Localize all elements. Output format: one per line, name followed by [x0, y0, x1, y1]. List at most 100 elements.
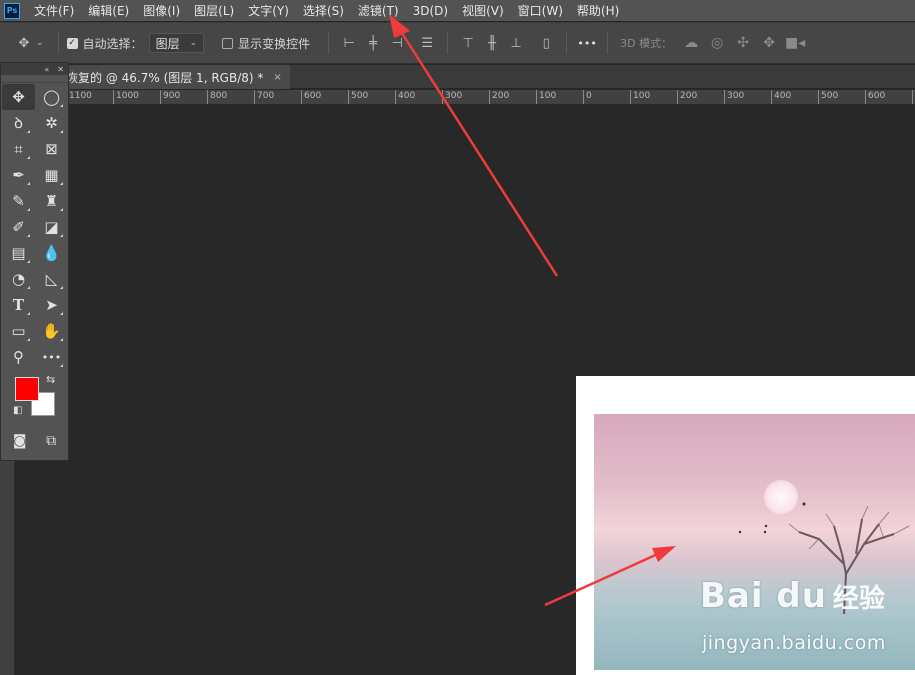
drag-3d-icon[interactable]: ✣ [730, 35, 756, 51]
ruler-tick-label: 600 [865, 90, 885, 104]
ruler-tick-label: 600 [301, 90, 321, 104]
dodge-tool-icon[interactable]: ◔ [2, 266, 35, 292]
blur-tool-icon[interactable]: 💧 [35, 240, 68, 266]
align-left-icon[interactable]: ⊢ [337, 32, 361, 54]
orbit-3d-icon[interactable]: ☁ [678, 35, 704, 51]
menu-type[interactable]: 文字(Y) [242, 0, 295, 21]
3d-mode-label: 3D 模式： [620, 37, 673, 50]
ruler-tick-label: 500 [818, 90, 838, 104]
brush-tool-icon[interactable]: ✎ [2, 188, 35, 214]
auto-select-dropdown[interactable]: 图层 ⌄ [148, 33, 205, 53]
document-tab[interactable]: 恢复的 @ 46.7% (图层 1, RGB/8) * × [66, 65, 290, 89]
divider [566, 32, 568, 54]
collapse-panel-icon[interactable]: « [44, 65, 49, 74]
magic-wand-tool-icon[interactable]: ✲ [35, 110, 68, 136]
tools-panel: « ✕ ✥ ◯ ꝺ ✲ ⌗ ⊠ ✒ ▦ ✎ ♜ ✐ ◪ ▤ 💧 ◔ ◺ T ➤ … [0, 62, 69, 461]
menu-edit[interactable]: 编辑(E) [82, 0, 135, 21]
foreground-color-swatch[interactable] [15, 377, 39, 401]
move-tool-icon[interactable]: ✥ [2, 84, 35, 110]
menu-window[interactable]: 窗口(W) [512, 0, 569, 21]
distribute-horizontal-icon[interactable]: ☰ [415, 32, 439, 54]
menu-file[interactable]: 文件(F) [28, 0, 80, 21]
roll-3d-icon[interactable]: ◎ [704, 35, 730, 51]
menu-view[interactable]: 视图(V) [456, 0, 510, 21]
auto-select-value: 图层 [155, 36, 180, 51]
ruler-tick-label: 400 [771, 90, 791, 104]
more-options-button[interactable]: ••• [575, 32, 599, 54]
ruler-tick-label: 300 [724, 90, 744, 104]
auto-select-checkbox[interactable]: ✓ [66, 37, 78, 49]
chevron-down-icon: ⌄ [189, 38, 198, 48]
chevron-down-icon[interactable]: ⌄ [36, 38, 44, 48]
align-right-icon[interactable]: ⊣ [385, 32, 409, 54]
video-camera-icon[interactable]: ■◂ [782, 35, 808, 51]
menu-3d[interactable]: 3D(D) [407, 2, 454, 20]
quick-mask-icon[interactable]: ◙ [13, 433, 27, 449]
jingyan-label: 经验 [832, 584, 885, 614]
baidu-logo: Bai du [700, 576, 827, 616]
menu-help[interactable]: 帮助(H) [571, 0, 625, 21]
ruler-tick-label: 200 [677, 90, 697, 104]
lasso-tool-icon[interactable]: ꝺ [2, 110, 35, 136]
horizontal-ruler[interactable]: 1100 1000 900 800 700 600 500 400 300 200 100 0 100 2… [0, 90, 915, 105]
ruler-tick-label: 100 [630, 90, 650, 104]
divider [57, 32, 59, 54]
ruler-tick-label: 500 [348, 90, 368, 104]
rectangle-tool-icon[interactable]: ▭ [2, 318, 35, 344]
type-tool-icon[interactable]: T [2, 292, 35, 318]
close-tab-icon[interactable]: × [273, 72, 281, 83]
menu-image[interactable]: 图像(I) [137, 0, 186, 21]
document-tab-strip: 恢复的 @ 46.7% (图层 1, RGB/8) * × [0, 65, 915, 89]
crop-tool-icon[interactable]: ⌗ [2, 136, 35, 162]
auto-select-label: 自动选择： [82, 36, 143, 51]
tools-panel-header[interactable]: « ✕ [1, 63, 68, 75]
align-bottom-icon[interactable]: ⊥ [504, 32, 528, 54]
divider [447, 32, 449, 54]
ruler-tick-label: 0 [583, 90, 592, 104]
healing-brush-tool-icon[interactable]: ▦ [35, 162, 68, 188]
baidu-jingyan-watermark: Bai du 经验 [700, 576, 885, 616]
swap-colors-icon[interactable]: ⇆ [46, 373, 55, 386]
ruler-tick-label: 200 [489, 90, 509, 104]
close-panel-icon[interactable]: ✕ [57, 65, 64, 74]
hand-tool-icon[interactable]: ✋ [35, 318, 68, 344]
zoom-tool-icon[interactable]: ⚲ [2, 344, 35, 370]
align-top-icon[interactable]: ⊤ [456, 32, 480, 54]
divider [607, 32, 609, 54]
pen-tool-icon[interactable]: ◺ [35, 266, 68, 292]
ruler-tick-label: 300 [442, 90, 462, 104]
ruler-tick-label: 900 [160, 90, 180, 104]
mode-tools: ◙ ⧉ [1, 431, 68, 449]
slide-3d-icon[interactable]: ✥ [756, 35, 782, 51]
move-tool-preset-icon[interactable]: ✥ [12, 32, 36, 54]
default-colors-icon[interactable]: ◧ [13, 405, 22, 416]
ruler-tick-label: 1100 [66, 90, 92, 104]
ruler-tick-label: 800 [207, 90, 227, 104]
document-tab-title: 恢复的 @ 46.7% (图层 1, RGB/8) * [66, 70, 264, 85]
more-tools-icon[interactable]: ••• [35, 344, 68, 370]
align-horizontal-center-icon[interactable]: ╪ [361, 32, 385, 54]
show-transform-label: 显示变换控件 [238, 36, 311, 51]
photoshop-logo-icon: Ps [4, 2, 20, 19]
clone-stamp-tool-icon[interactable]: ♜ [35, 188, 68, 214]
menu-layer[interactable]: 图层(L) [188, 0, 240, 21]
frame-tool-icon[interactable]: ⊠ [35, 136, 68, 162]
distribute-vertical-icon[interactable]: ▯ [534, 32, 558, 54]
path-selection-tool-icon[interactable]: ➤ [35, 292, 68, 318]
divider [328, 32, 330, 54]
history-brush-tool-icon[interactable]: ✐ [2, 214, 35, 240]
sun-glow [764, 480, 798, 514]
show-transform-checkbox[interactable] [222, 37, 234, 49]
eyedropper-tool-icon[interactable]: ✒ [2, 162, 35, 188]
gradient-tool-icon[interactable]: ▤ [2, 240, 35, 266]
ruler-tick-label: 700 [254, 90, 274, 104]
color-swatches: ⇆ ◧ [1, 371, 68, 431]
ruler-tick-label: 400 [395, 90, 415, 104]
align-vertical-center-icon[interactable]: ╫ [480, 32, 504, 54]
elliptical-marquee-tool-icon[interactable]: ◯ [35, 84, 68, 110]
menu-select[interactable]: 选择(S) [297, 0, 350, 21]
eraser-tool-icon[interactable]: ◪ [35, 214, 68, 240]
panel-grip[interactable] [1, 75, 68, 83]
screen-mode-icon[interactable]: ⧉ [46, 433, 56, 449]
menu-filter[interactable]: 滤镜(T) [352, 0, 405, 21]
